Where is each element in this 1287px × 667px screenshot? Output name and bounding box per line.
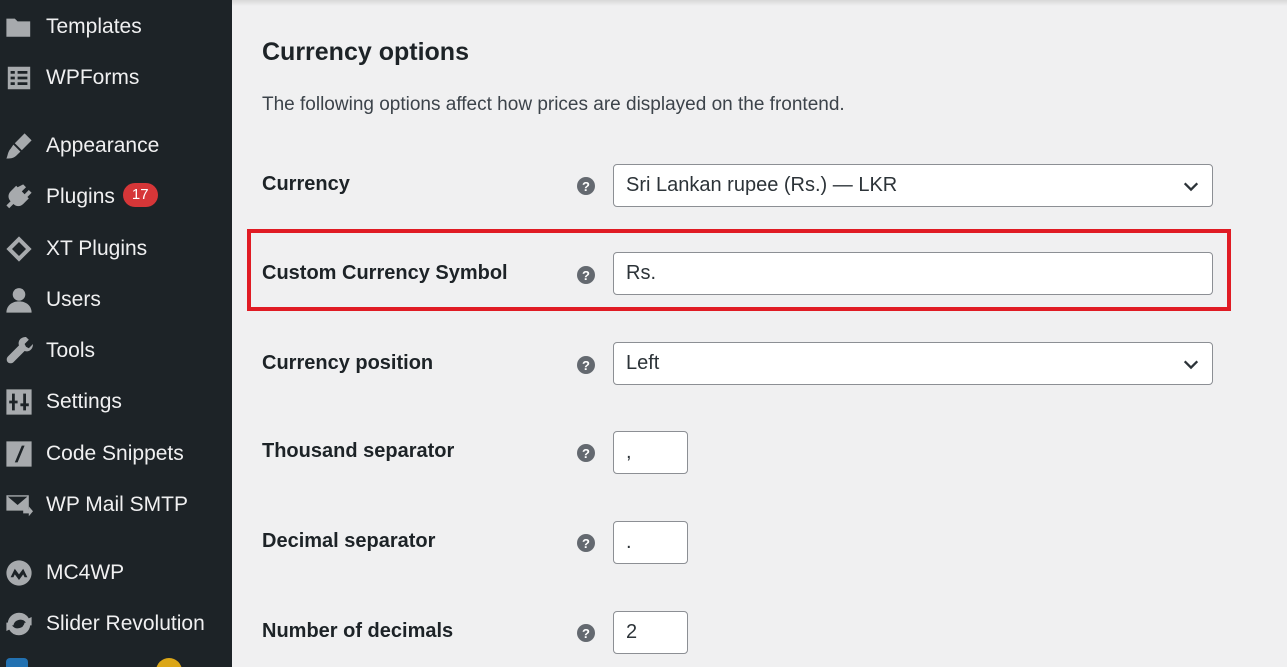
sidebar-item-plugins[interactable]: Plugins 17 — [0, 175, 232, 219]
sidebar-item-code-snippets[interactable]: Code Snippets — [0, 432, 232, 476]
section-description: The following options affect how prices … — [262, 94, 845, 115]
number-of-decimals-input[interactable]: 2 — [613, 611, 688, 654]
currency-position-value: Left — [626, 352, 660, 374]
sidebar-item-label-wrap: Plugins 17 — [46, 183, 158, 209]
currency-position-select[interactable]: Left — [613, 342, 1213, 385]
sidebar-item-wp-mail-smtp[interactable]: WP Mail SMTP — [0, 483, 232, 527]
code-icon — [4, 439, 34, 469]
currency-label: Currency — [262, 173, 350, 195]
currency-position-label: Currency position — [262, 352, 434, 374]
sidebar-item-label: WPForms — [46, 66, 140, 89]
sidebar-item-label: WP Mail SMTP — [46, 493, 188, 516]
sidebar-item-label: Tools — [46, 339, 96, 362]
sidebar-item-settings[interactable]: Settings — [0, 380, 232, 424]
custom-currency-symbol-input[interactable]: Rs. — [613, 252, 1213, 295]
thousand-separator-input[interactable]: , — [613, 431, 688, 474]
wrench-icon — [4, 336, 34, 366]
sidebar-item-label: XT Plugins — [46, 237, 148, 260]
plug-icon — [4, 182, 34, 212]
xt-icon — [4, 234, 34, 264]
sidebar-item-label: MC4WP — [46, 561, 125, 584]
help-icon[interactable]: ? — [577, 177, 595, 195]
decimal-separator-value: . — [626, 531, 632, 553]
sidebar-item-tools[interactable]: Tools — [0, 329, 232, 373]
refresh-icon — [4, 609, 34, 639]
sidebar-item-xt-plugins[interactable]: XT Plugins — [0, 227, 232, 271]
sidebar-item-slider-revolution[interactable]: Slider Revolution — [0, 602, 232, 646]
partial-menu-icon — [6, 658, 28, 667]
currency-select-value: Sri Lankan rupee (Rs.) — LKR — [626, 174, 898, 196]
number-of-decimals-label: Number of decimals — [262, 620, 454, 642]
brush-icon — [4, 131, 34, 161]
settings-icon — [4, 387, 34, 417]
sidebar-item-users[interactable]: Users — [0, 278, 232, 322]
decimal-separator-input[interactable]: . — [613, 521, 688, 564]
section-title: Currency options — [262, 38, 469, 66]
wpforms-icon — [4, 63, 34, 93]
top-shadow — [232, 0, 1287, 6]
decimal-separator-label: Decimal separator — [262, 530, 436, 552]
thousand-separator-value: , — [626, 441, 632, 463]
sidebar-item-templates[interactable]: Templates — [0, 5, 232, 49]
help-icon[interactable]: ? — [577, 356, 595, 374]
sidebar-item-mc4wp[interactable]: MC4WP — [0, 551, 232, 595]
help-icon[interactable]: ? — [577, 266, 595, 284]
sidebar-item-label: Settings — [46, 390, 122, 413]
custom-currency-symbol-value: Rs. — [626, 262, 656, 284]
notification-dot — [156, 658, 182, 667]
sidebar-item-label: Users — [46, 288, 101, 311]
sidebar-item-label: Appearance — [46, 134, 160, 157]
user-icon — [4, 285, 34, 315]
custom-currency-symbol-label: Custom Currency Symbol — [262, 262, 508, 284]
sidebar-item-label: Plugins — [46, 184, 115, 208]
sidebar-item-wpforms[interactable]: WPForms — [0, 56, 232, 100]
help-icon[interactable]: ? — [577, 444, 595, 462]
sidebar-item-label: Templates — [46, 15, 142, 38]
currency-select[interactable]: Sri Lankan rupee (Rs.) — LKR — [613, 164, 1213, 207]
update-count-badge: 17 — [122, 183, 158, 208]
number-of-decimals-value: 2 — [626, 621, 638, 643]
mail-icon — [4, 490, 34, 520]
chevron-down-icon — [1182, 177, 1200, 195]
folder-icon — [4, 12, 34, 42]
thousand-separator-label: Thousand separator — [262, 440, 455, 462]
mc4wp-icon — [4, 558, 34, 588]
help-icon[interactable]: ? — [577, 624, 595, 642]
chevron-down-icon — [1182, 355, 1200, 373]
main-content: Currency options The following options a… — [232, 0, 1287, 667]
sidebar-item-label: Code Snippets — [46, 442, 184, 465]
sidebar-item-label: Slider Revolution — [46, 612, 205, 635]
admin-sidebar: Templates WPForms Appearance Plugins 17 X… — [0, 0, 232, 667]
help-icon[interactable]: ? — [577, 534, 595, 552]
sidebar-item-appearance[interactable]: Appearance — [0, 124, 232, 168]
